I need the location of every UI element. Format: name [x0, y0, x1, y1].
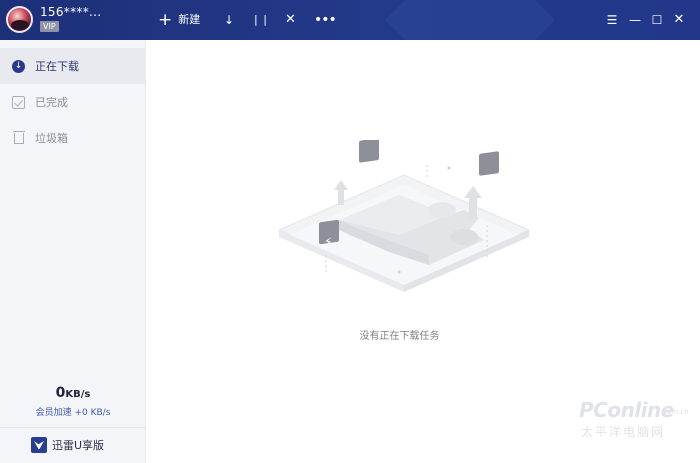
- minimize-button[interactable]: —: [627, 11, 643, 29]
- new-task-button[interactable]: + 新建: [158, 11, 200, 29]
- vip-badge: VIP: [40, 21, 59, 32]
- pause-icon: | |: [254, 13, 268, 26]
- title-bar: 156****... VIP + 新建 ↓ | | ✕ ••• ☰ — ☐ ✕: [0, 0, 700, 40]
- check-box-icon: [12, 95, 25, 109]
- avatar-image: [11, 20, 29, 30]
- new-task-label: 新建: [178, 13, 201, 26]
- svg-text:↻: ↻: [485, 191, 495, 205]
- member-boost-link[interactable]: 会员加速 +0 KB/s: [0, 405, 146, 418]
- close-window-button[interactable]: ✕: [671, 11, 687, 29]
- start-download-button[interactable]: ↓: [224, 11, 234, 29]
- trash-icon: [13, 131, 25, 144]
- avatar[interactable]: [6, 6, 33, 33]
- sidebar-item-label: 已完成: [35, 96, 68, 109]
- close-icon: ✕: [285, 12, 296, 27]
- sidebar-divider: [0, 427, 146, 428]
- speed-value: 0: [55, 385, 66, 401]
- more-button[interactable]: •••: [314, 11, 337, 29]
- maximize-icon: ☐: [651, 13, 663, 27]
- title-bar-decoration: [385, 0, 555, 40]
- download-speed: 0KB/s: [0, 382, 146, 401]
- more-icon: •••: [314, 12, 337, 28]
- thunder-logo-icon: [31, 437, 47, 453]
- close-icon: ✕: [673, 12, 685, 27]
- svg-text:⚡: ⚡: [324, 235, 332, 249]
- svg-text:✓: ✓: [364, 160, 374, 174]
- sidebar-item-completed[interactable]: 已完成: [0, 84, 146, 120]
- delete-task-button[interactable]: ✕: [285, 11, 296, 29]
- sidebar-item-trash[interactable]: 垃圾箱: [0, 120, 146, 156]
- empty-state-illustration: ✓ ↻ ⚡: [279, 140, 529, 292]
- main-menu-button[interactable]: ☰: [604, 11, 620, 29]
- sidebar: ↓ 正在下载 已完成 垃圾箱 0KB/s 会员加速 +0 KB/s 迅雷U享版: [0, 40, 146, 463]
- minimize-icon: —: [629, 13, 641, 27]
- sidebar-item-label: 垃圾箱: [35, 132, 68, 145]
- uversion-label: 迅雷U享版: [52, 439, 105, 452]
- user-name[interactable]: 156****...: [40, 5, 101, 19]
- download-circle-icon: ↓: [12, 59, 25, 73]
- speed-unit: KB/s: [65, 389, 91, 400]
- maximize-button[interactable]: ☐: [649, 11, 665, 29]
- menu-icon: ☰: [606, 13, 618, 27]
- arrow-down-icon: ↓: [224, 13, 235, 27]
- pause-button[interactable]: | |: [254, 11, 268, 29]
- empty-state-text: 没有正在下载任务: [359, 331, 440, 342]
- main-content: ✓ ↻ ⚡ 没有正在下载任务: [147, 40, 700, 463]
- sidebar-item-label: 正在下载: [35, 60, 79, 73]
- plus-icon: +: [158, 10, 173, 30]
- uversion-button[interactable]: 迅雷U享版: [31, 436, 104, 454]
- sidebar-item-downloading[interactable]: ↓ 正在下载: [0, 48, 146, 84]
